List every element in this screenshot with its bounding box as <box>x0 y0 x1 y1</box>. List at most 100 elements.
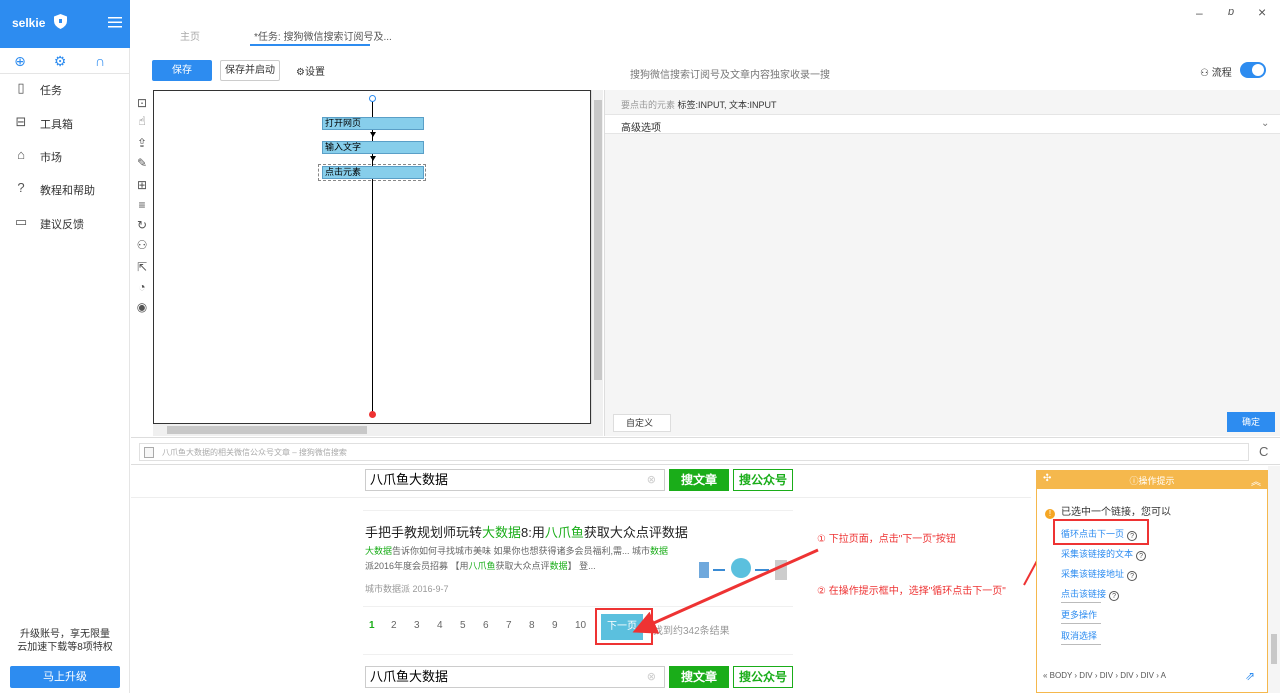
confirm-button[interactable]: 确定 <box>1227 412 1275 432</box>
flow-arrow <box>370 156 376 161</box>
upgrade-button[interactable]: 马上升级 <box>10 666 120 688</box>
help-icon[interactable]: ? <box>1136 551 1147 561</box>
captcha-tool-icon[interactable]: ⊞ <box>135 178 149 192</box>
url-field[interactable]: 八爪鱼大数据的相关微信公众号文章 – 搜狗微信搜索 <box>139 443 1249 461</box>
search-input-value: 八爪鱼大数据 <box>370 472 449 487</box>
result-title-link[interactable]: 手把手教规划师玩转大数据8:用八爪鱼获取大众点评数据 <box>365 522 688 541</box>
page-link[interactable]: 3 <box>414 620 420 631</box>
page-link[interactable]: 10 <box>575 620 586 631</box>
collapse-icon[interactable]: ︽ <box>1251 473 1261 488</box>
minimize-icon[interactable]: – <box>1196 6 1208 20</box>
shield-icon[interactable] <box>54 14 67 29</box>
clear-icon[interactable]: ⊗ <box>647 667 656 687</box>
desc-highlight: 大数据 <box>365 546 393 556</box>
search-articles-button[interactable]: 搜文章 <box>669 469 729 491</box>
flow-toggle[interactable] <box>1240 62 1266 78</box>
end-tool-icon[interactable]: ◉ <box>135 300 149 314</box>
search-accounts-button[interactable]: 搜公众号 <box>733 666 793 688</box>
quick-icons: ⊕ ⚙ ∩ <box>0 48 130 74</box>
hover-tool-icon[interactable]: ⇱ <box>135 260 149 274</box>
search-input[interactable]: 八爪鱼大数据 ⊗ <box>365 666 665 688</box>
flow-end-point <box>369 411 376 418</box>
page-link[interactable]: 8 <box>529 620 535 631</box>
custom-button[interactable]: 自定义 <box>613 414 671 432</box>
sidebar-item-market[interactable]: ⌂ 市场 <box>0 141 130 171</box>
click-tool-icon[interactable]: ☝ <box>135 114 149 128</box>
upgrade-text-line: 云加速下载等8项特权 <box>17 642 113 653</box>
save-button[interactable]: 保存 <box>152 60 212 81</box>
flow-node-open-page[interactable]: 打开网页 <box>322 117 424 130</box>
page-icon <box>144 447 154 458</box>
record-tool-icon[interactable]: ◔ <box>135 280 149 294</box>
help-icon[interactable]: ? <box>1127 531 1138 541</box>
branch-tool-icon[interactable]: ⚇ <box>135 238 149 252</box>
flow-canvas[interactable]: 打开网页 输入文字 点击元素 <box>153 90 591 424</box>
gear-icon[interactable]: ⚙ <box>52 53 68 69</box>
document-icon: ▯ <box>17 80 25 95</box>
page-link[interactable]: 7 <box>506 620 512 631</box>
upgrade-promo-text: 升级账号，享无限量 云加速下载等8项特权 <box>0 628 130 654</box>
settings-label: 设置 <box>304 67 325 78</box>
headset-icon[interactable]: ∩ <box>92 53 108 69</box>
flow-arrow <box>370 132 376 137</box>
scroll-thumb[interactable] <box>1271 634 1277 664</box>
sidebar-item-toolbox[interactable]: ⊟ 工具箱 <box>0 108 130 138</box>
loop-tool-icon[interactable]: ↻ <box>135 218 149 232</box>
target-element-label: 要点击的元素 <box>621 100 676 110</box>
page-link[interactable]: 1 <box>369 620 375 631</box>
sidebar-item-tasks[interactable]: ▯ 任务 <box>0 74 130 104</box>
result-thumbnail[interactable] <box>695 540 797 594</box>
flow-node-input-text[interactable]: 输入文字 <box>322 141 424 154</box>
browser-bar: 八爪鱼大数据的相关微信公众号文章 – 搜狗微信搜索 C <box>131 437 1280 465</box>
sidebar-item-feedback[interactable]: ▭ 建议反馈 <box>0 208 130 238</box>
page-link[interactable]: 2 <box>391 620 397 631</box>
switch-dropdown-tool-icon[interactable]: ≡ <box>135 198 149 212</box>
page-link[interactable]: 5 <box>460 620 466 631</box>
sidebar-item-label: 市场 <box>40 152 62 164</box>
search-accounts-button[interactable]: 搜公众号 <box>733 469 793 491</box>
page-link[interactable]: 4 <box>437 620 443 631</box>
help-icon[interactable]: ? <box>1109 591 1120 601</box>
tip-extract-link-url[interactable]: 采集该链接地址? <box>1061 567 1138 581</box>
tip-more-actions[interactable]: 更多操作 <box>1061 608 1097 621</box>
result-title-highlight: 大数据 <box>482 525 522 540</box>
refresh-icon[interactable]: C <box>1259 444 1268 459</box>
tab-home[interactable]: 主页 <box>180 28 200 46</box>
input-tool-icon[interactable]: ✎ <box>135 156 149 170</box>
active-tab-indicator <box>250 44 370 46</box>
canvas-horizontal-scrollbar[interactable] <box>153 424 603 436</box>
extract-tool-icon[interactable]: ⇪ <box>135 136 149 150</box>
canvas-vertical-scrollbar[interactable] <box>591 90 603 424</box>
tip-extract-link-text[interactable]: 采集该链接的文本? <box>1061 547 1147 561</box>
desc-highlight: 八爪鱼 <box>468 561 496 571</box>
advanced-options-dropdown[interactable]: 高级选项 ⌄ <box>605 114 1280 134</box>
external-link-icon[interactable]: ⇗ <box>1245 669 1255 683</box>
scroll-thumb[interactable] <box>594 100 602 380</box>
web-vertical-scrollbar[interactable] <box>1268 466 1280 693</box>
menu-icon[interactable] <box>108 16 122 28</box>
search-input[interactable]: 八爪鱼大数据 ⊗ <box>365 469 665 491</box>
scroll-thumb[interactable] <box>167 426 367 434</box>
target-element-value: 标签:INPUT, 文本:INPUT <box>677 100 777 110</box>
tips-header[interactable]: ✣ ⓘ操作提示 ︽ <box>1037 471 1267 489</box>
clear-icon[interactable]: ⊗ <box>647 470 656 490</box>
open-page-tool-icon[interactable]: ⊡ <box>135 96 149 110</box>
sidebar-item-help[interactable]: ? 教程和帮助 <box>0 174 130 204</box>
save-and-start-button[interactable]: 保存并启动 <box>220 60 280 81</box>
desc-text: 】 登... <box>567 561 596 571</box>
page-link[interactable]: 6 <box>483 620 489 631</box>
tip-link-text: 取消选择 <box>1061 631 1098 641</box>
add-icon[interactable]: ⊕ <box>12 53 28 69</box>
tip-loop-next-page[interactable]: 循环点击下一页? <box>1061 527 1138 541</box>
settings-button[interactable]: ⚙设置 <box>296 63 325 78</box>
page-link[interactable]: 9 <box>552 620 558 631</box>
help-icon[interactable]: ? <box>1127 571 1138 581</box>
sidebar: selkie ⊕ ⚙ ∩ ▯ 任务 ⊟ 工具箱 ⌂ 市场 ? 教程和帮助 ▭ 建… <box>0 0 130 693</box>
element-breadcrumb[interactable]: « BODY › DIV › DIV › DIV › DIV › A <box>1043 671 1166 680</box>
close-icon[interactable]: × <box>1258 4 1270 20</box>
tip-click-link[interactable]: 点击该链接? <box>1061 587 1120 601</box>
search-articles-button[interactable]: 搜文章 <box>669 666 729 688</box>
tip-cancel-selection[interactable]: 取消选择 <box>1061 629 1097 642</box>
maximize-icon[interactable]: ɒ <box>1228 6 1240 18</box>
flow-node-click-element[interactable]: 点击元素 <box>322 166 424 179</box>
